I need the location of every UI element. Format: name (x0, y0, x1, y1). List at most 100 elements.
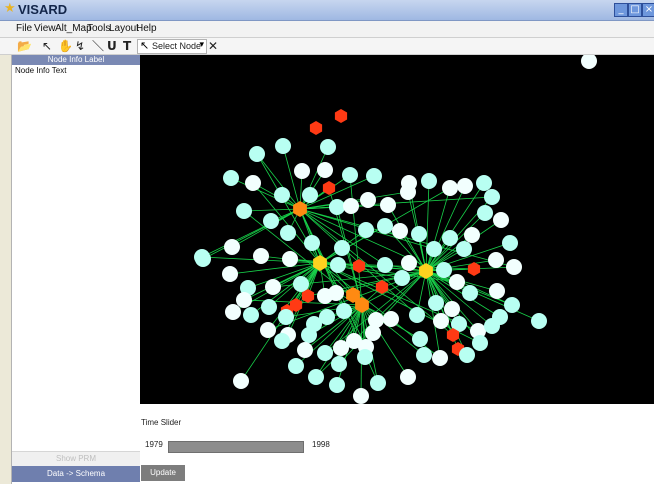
graph-node[interactable] (394, 270, 410, 286)
menu-view[interactable]: View (34, 23, 56, 34)
graph-node[interactable] (380, 197, 396, 213)
graph-node[interactable] (472, 335, 488, 351)
graph-canvas[interactable] (140, 53, 654, 404)
underline-icon[interactable]: U (107, 38, 117, 54)
update-button[interactable]: Update (141, 465, 185, 481)
graph-node[interactable] (484, 189, 500, 205)
data-schema-button[interactable]: Data -> Schema (12, 466, 140, 482)
graph-node[interactable] (274, 187, 290, 203)
maximize-icon[interactable]: □ (628, 3, 642, 17)
graph-node[interactable] (308, 369, 324, 385)
graph-node[interactable] (223, 170, 239, 186)
graph-node[interactable] (506, 259, 522, 275)
graph-node[interactable] (275, 138, 291, 154)
graph-node[interactable] (433, 313, 449, 329)
graph-node[interactable] (288, 358, 304, 374)
graph-node[interactable] (274, 333, 290, 349)
graph-node[interactable] (416, 347, 432, 363)
graph-node[interactable] (377, 257, 393, 273)
graph-node[interactable] (489, 283, 505, 299)
graph-node[interactable] (243, 307, 259, 323)
graph-node[interactable] (492, 309, 508, 325)
menu-tools[interactable]: Tools (87, 23, 110, 34)
graph-node[interactable] (249, 146, 265, 162)
graph-node[interactable] (504, 297, 520, 313)
graph-node[interactable] (195, 251, 211, 267)
graph-node[interactable] (343, 198, 359, 214)
graph-node[interactable] (432, 350, 448, 366)
graph-node[interactable] (278, 309, 294, 325)
graph-node[interactable] (400, 184, 416, 200)
graph-node[interactable] (233, 373, 249, 389)
menu-help[interactable]: Help (136, 23, 157, 34)
graph-node[interactable] (370, 375, 386, 391)
graph-node[interactable] (436, 262, 452, 278)
graph-node[interactable] (245, 175, 261, 191)
minimize-icon[interactable]: _ (614, 3, 628, 17)
graph-node[interactable] (401, 255, 417, 271)
graph-node[interactable] (456, 241, 472, 257)
graph-node[interactable] (304, 235, 320, 251)
graph-node[interactable] (383, 311, 399, 327)
graph-node[interactable] (329, 199, 345, 215)
hand-icon[interactable]: ✋ (58, 38, 73, 54)
graph-node[interactable] (426, 241, 442, 257)
graph-node[interactable] (236, 292, 252, 308)
graph-node[interactable] (531, 313, 547, 329)
graph-node[interactable] (428, 295, 444, 311)
graph-node[interactable] (282, 251, 298, 267)
graph-node[interactable] (457, 178, 473, 194)
graph-node[interactable] (581, 53, 597, 69)
close-icon[interactable]: × (642, 3, 654, 17)
graph-node[interactable] (224, 239, 240, 255)
graph-node[interactable] (222, 266, 238, 282)
graph-node[interactable] (366, 168, 382, 184)
graph-node[interactable] (319, 309, 335, 325)
graph-node[interactable] (502, 235, 518, 251)
graph-node[interactable] (353, 388, 369, 404)
graph-node[interactable] (360, 192, 376, 208)
graph-node[interactable] (236, 203, 252, 219)
graph-node[interactable] (357, 349, 373, 365)
graph-node[interactable] (358, 222, 374, 238)
graph-node[interactable] (442, 230, 458, 246)
graph-node[interactable] (336, 303, 352, 319)
graph-node[interactable] (342, 167, 358, 183)
graph-node[interactable] (317, 345, 333, 361)
graph-node[interactable] (260, 322, 276, 338)
graph-node[interactable] (334, 109, 348, 123)
graph-node[interactable] (331, 356, 347, 372)
graph-node[interactable] (280, 225, 296, 241)
graph-node[interactable] (493, 212, 509, 228)
menu-layout[interactable]: Layout (109, 23, 139, 34)
graph-node[interactable] (263, 213, 279, 229)
graph-node[interactable] (377, 218, 393, 234)
graph-node[interactable] (301, 327, 317, 343)
time-slider-track[interactable] (168, 441, 304, 453)
graph-node[interactable] (322, 181, 336, 195)
graph-node[interactable] (334, 240, 350, 256)
graph-node[interactable] (293, 276, 309, 292)
select-node-dropdown[interactable]: ↖ Select Node ▾ (137, 39, 207, 54)
graph-node[interactable] (330, 257, 346, 273)
pointer-icon[interactable]: ↖ (42, 38, 52, 54)
bend-icon[interactable]: ↯ (75, 38, 85, 54)
graph-node[interactable] (302, 187, 318, 203)
graph-node[interactable] (476, 175, 492, 191)
graph-node[interactable] (459, 347, 475, 363)
line-icon[interactable]: ＼ (92, 38, 104, 54)
graph-node[interactable] (309, 121, 323, 135)
graph-node[interactable] (297, 342, 313, 358)
graph-node[interactable] (477, 205, 493, 221)
graph-node[interactable] (444, 301, 460, 317)
show-prm-button[interactable]: Show PRM (12, 451, 140, 466)
graph-node[interactable] (409, 307, 425, 323)
graph-node[interactable] (442, 180, 458, 196)
graph-node[interactable] (392, 223, 408, 239)
graph-node[interactable] (253, 248, 269, 264)
graph-node[interactable] (317, 162, 333, 178)
graph-node[interactable] (464, 227, 480, 243)
graph-node[interactable] (329, 377, 345, 393)
graph-node[interactable] (462, 285, 478, 301)
graph-node[interactable] (365, 325, 381, 341)
